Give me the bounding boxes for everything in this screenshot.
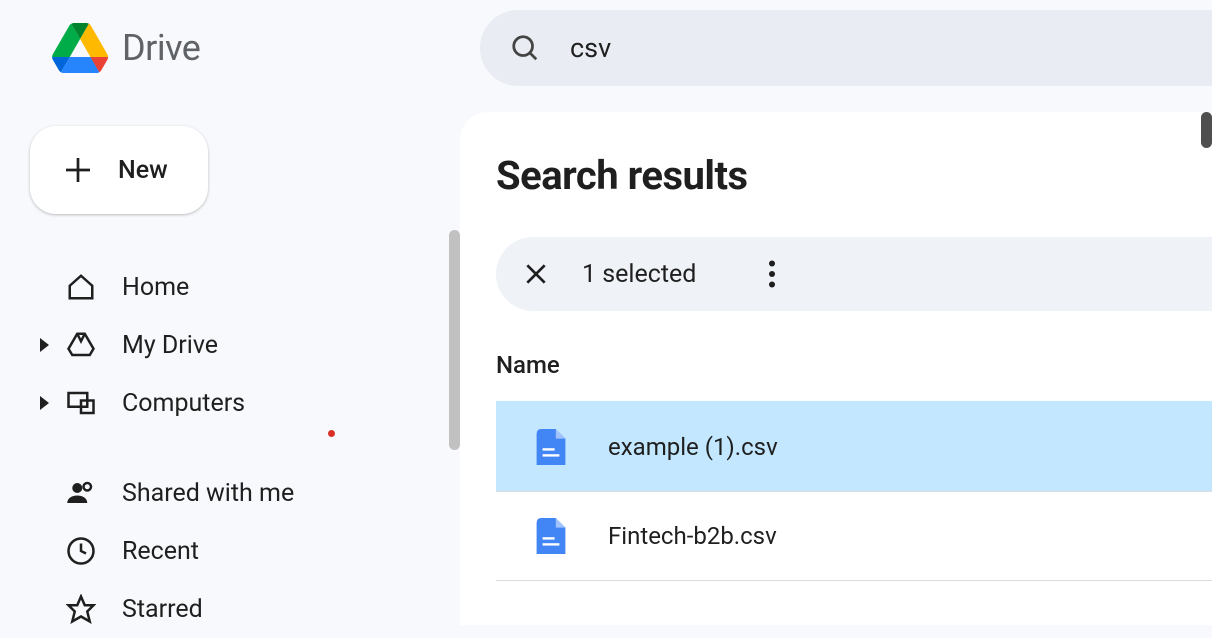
chevron-right-icon[interactable]	[40, 396, 49, 410]
sidebar-item-mydrive[interactable]: My Drive	[30, 316, 460, 374]
new-button-label: New	[118, 156, 168, 185]
plus-icon	[60, 152, 96, 188]
file-icon	[536, 429, 566, 465]
sidebar-item-label: My Drive	[122, 331, 218, 360]
sidebar-item-label: Computers	[122, 389, 245, 418]
sidebar-item-label: Starred	[122, 595, 203, 624]
search-icon[interactable]	[510, 33, 540, 63]
file-name: example (1).csv	[608, 433, 778, 461]
sidebar: New Home My Drive	[0, 96, 460, 625]
sidebar-item-label: Shared with me	[122, 479, 294, 508]
shared-icon	[66, 478, 96, 508]
clear-selection-button[interactable]	[516, 254, 556, 294]
selection-count: 1 selected	[582, 260, 696, 289]
column-header-name[interactable]: Name	[496, 351, 1212, 379]
sidebar-item-home[interactable]: Home	[30, 258, 460, 316]
main-scrollbar[interactable]	[1201, 112, 1212, 148]
more-actions-button[interactable]	[752, 254, 792, 294]
app-name: Drive	[122, 27, 200, 69]
starred-icon	[66, 594, 96, 624]
selection-bar: 1 selected	[496, 237, 1212, 311]
file-name: Fintech-b2b.csv	[608, 522, 777, 550]
new-button[interactable]: New	[30, 126, 208, 214]
search-bar[interactable]	[480, 10, 1212, 86]
sidebar-item-starred[interactable]: Starred	[30, 580, 460, 638]
app-logo-block[interactable]: Drive	[0, 23, 480, 73]
page-title: Search results	[496, 152, 1212, 199]
drive-logo-icon	[52, 23, 108, 73]
sidebar-item-shared[interactable]: Shared with me	[30, 464, 460, 522]
home-icon	[66, 272, 96, 302]
recent-icon	[66, 536, 96, 566]
main-content: Search results 1 selected Name	[460, 112, 1212, 625]
sidebar-item-recent[interactable]: Recent	[30, 522, 460, 580]
notification-dot	[328, 430, 335, 437]
sidebar-item-label: Recent	[122, 537, 199, 566]
sidebar-item-computers[interactable]: Computers	[30, 374, 460, 432]
computers-icon	[66, 388, 96, 418]
sidebar-scrollbar[interactable]	[449, 230, 460, 450]
sidebar-item-label: Home	[122, 273, 189, 302]
file-row[interactable]: example (1).csv	[496, 401, 1212, 491]
drive-icon	[66, 330, 96, 360]
search-input[interactable]	[570, 32, 1212, 64]
file-icon	[536, 518, 566, 554]
file-row[interactable]: Fintech-b2b.csv	[496, 491, 1212, 581]
chevron-right-icon[interactable]	[40, 338, 49, 352]
